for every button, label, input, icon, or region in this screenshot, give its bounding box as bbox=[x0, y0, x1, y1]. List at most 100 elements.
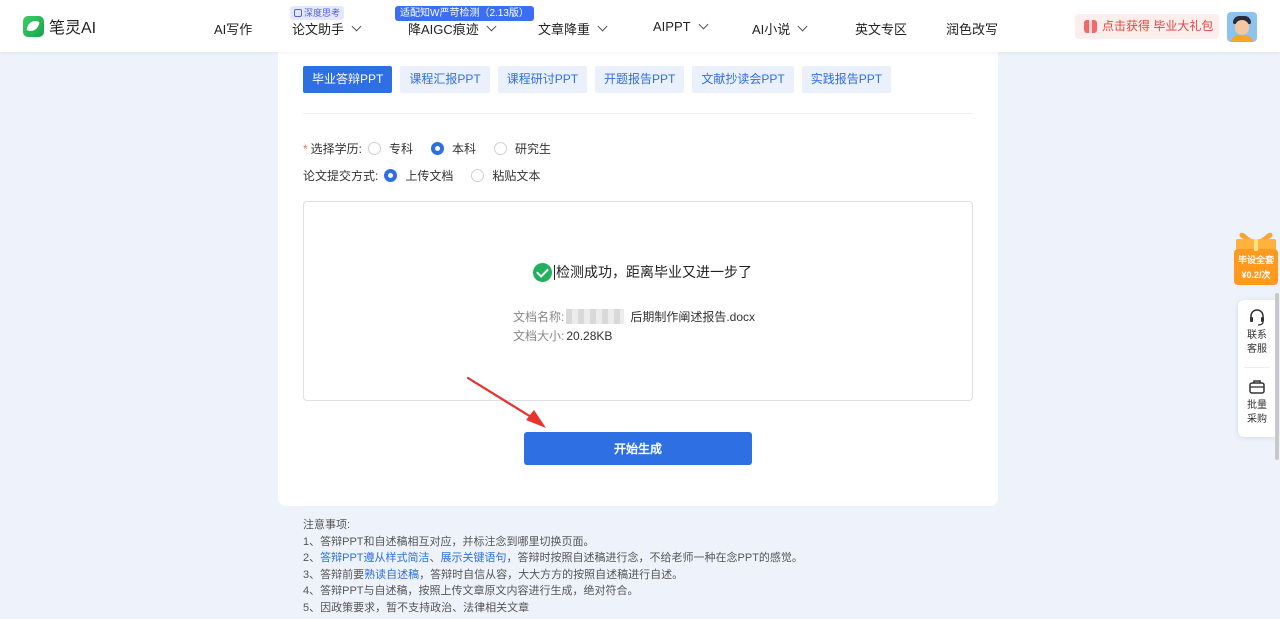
note-text: 3、答辩前要 bbox=[303, 568, 365, 581]
promo-text: 点击获得 毕业大礼包 bbox=[1102, 19, 1214, 33]
nav-ai-novel[interactable]: AI小说 bbox=[752, 19, 808, 38]
note-text: ，答辩时按照自述稿进行念，不给老师一种在念PPT的感觉。 bbox=[506, 552, 803, 564]
submit-method-row: 论文提交方式: 上传文档 粘贴文本 bbox=[303, 167, 552, 184]
education-row: * 选择学历: 专科 本科 研究生 bbox=[303, 140, 563, 157]
chevron-down-icon bbox=[486, 21, 497, 32]
education-label: 选择学历: bbox=[310, 142, 363, 156]
nav-label: AI小说 bbox=[752, 22, 791, 37]
logo-text: 笔灵AI bbox=[49, 20, 97, 37]
headset-icon bbox=[1250, 309, 1264, 326]
top-header: 笔灵AI AI写作 深度思考 论文助手 适配知W严苛检测（2.13版） 降AIG… bbox=[0, 0, 1280, 52]
notes-title: 注意事项: bbox=[303, 519, 351, 531]
doc-size-value: 20.28KB bbox=[566, 328, 613, 343]
briefcase-icon bbox=[1249, 380, 1265, 394]
avatar[interactable] bbox=[1227, 12, 1257, 42]
start-generate-button[interactable]: 开始生成 bbox=[524, 432, 752, 465]
submit-method-label: 论文提交方式: bbox=[303, 169, 379, 183]
check-circle-icon bbox=[533, 262, 552, 282]
deep-think-badge: 深度思考 bbox=[290, 6, 345, 20]
avatar-face bbox=[1235, 20, 1249, 35]
graduation-gift-button[interactable]: 点击获得 毕业大礼包 bbox=[1075, 14, 1219, 39]
nav-label: 英文专区 bbox=[855, 22, 908, 37]
note-highlight: 答辩PPT遵从样式简洁 bbox=[320, 552, 430, 564]
nav-ai-writing[interactable]: AI写作 bbox=[214, 19, 252, 38]
note-line: 1、答辩PPT和自述稿相互对应，并标注念到哪里切换页面。 bbox=[303, 535, 595, 548]
side-panel: 联系客服 批量采购 bbox=[1238, 300, 1276, 437]
text-cursor bbox=[554, 264, 555, 280]
radio-dot bbox=[368, 142, 382, 155]
note-highlight: 展示关键语句 bbox=[440, 552, 507, 564]
gift-line2: ¥0.2/次 bbox=[1241, 269, 1270, 280]
note-line: 4、答辩PPT与自述稿，按照上传文章原文内容进行生成，绝对符合。 bbox=[303, 585, 639, 597]
avatar-body bbox=[1231, 35, 1253, 42]
contact-service-button[interactable]: 联系客服 bbox=[1238, 308, 1276, 357]
badge-text: 适配知W严苛检测（2.13版） bbox=[400, 8, 529, 19]
radio-upload-doc[interactable]: 上传文档 bbox=[378, 167, 453, 184]
radio-junior-college[interactable]: 专科 bbox=[362, 140, 413, 157]
note-text: ，答辩时自信从容，大大方方的按照自述稿进行自述。 bbox=[419, 568, 684, 581]
doc-name-row: 文档名称: 后期制作阐述报告.docx bbox=[513, 308, 755, 325]
doc-size-label: 文档大小: bbox=[513, 329, 565, 343]
nav-paper-assistant[interactable]: 论文助手 bbox=[292, 19, 362, 38]
tab-practice-ppt[interactable]: 实践报告PPT bbox=[801, 66, 892, 93]
logo-icon bbox=[23, 15, 44, 37]
red-arrow-annotation bbox=[466, 376, 546, 428]
radio-paste-text[interactable]: 粘贴文本 bbox=[465, 167, 540, 184]
upload-success-message: 检测成功，距离毕业又进一步了 bbox=[533, 262, 752, 282]
blurred-text bbox=[566, 309, 625, 324]
ppt-type-tabs: 毕业答辩PPT 课程汇报PPT 课程研讨PPT 开题报告PPT 文献抄读会PPT… bbox=[303, 66, 899, 93]
nav-aippt[interactable]: AIPPT bbox=[653, 19, 709, 34]
tab-proposal-ppt[interactable]: 开题报告PPT bbox=[595, 66, 685, 93]
upload-area[interactable]: 检测成功，距离毕业又进一步了 文档名称: 后期制作阐述报告.docx 文档大小:… bbox=[303, 201, 973, 401]
divider bbox=[1244, 367, 1270, 368]
note-line: 3、答辩前要熟读自述稿，答辩时自信从容，大大方方的按照自述稿进行自述。 bbox=[303, 567, 803, 584]
tab-course-seminar-ppt[interactable]: 课程研讨PPT bbox=[497, 66, 588, 93]
radio-dot bbox=[471, 169, 485, 182]
nav-label: 文章降重 bbox=[538, 22, 591, 37]
radio-graduate[interactable]: 研究生 bbox=[488, 140, 551, 157]
tab-course-report-ppt[interactable]: 课程汇报PPT bbox=[400, 66, 490, 93]
radio-label: 研究生 bbox=[515, 142, 552, 156]
chevron-down-icon bbox=[797, 21, 808, 32]
doc-name-value: 后期制作阐述报告.docx bbox=[630, 310, 756, 324]
radio-dot bbox=[494, 142, 508, 155]
radio-undergraduate[interactable]: 本科 bbox=[425, 140, 476, 157]
note-text: 2、 bbox=[303, 552, 321, 564]
doc-size-row: 文档大小: 20.28KB bbox=[513, 327, 612, 344]
graduation-package-gift-icon[interactable]: 毕设全套 ¥0.2/次 bbox=[1232, 229, 1280, 287]
radio-dot bbox=[384, 169, 398, 182]
note-line: 2、答辩PPT遵从样式简洁、展示关键语句，答辩时按照自述稿进行念，不给老师一种在… bbox=[303, 550, 803, 567]
nav-reduce-aigc[interactable]: 降AIGC痕迹 bbox=[408, 19, 497, 38]
chevron-down-icon bbox=[597, 21, 608, 32]
radio-label: 专科 bbox=[389, 142, 414, 156]
logo[interactable]: 笔灵AI bbox=[23, 14, 96, 38]
success-text: 检测成功，距离毕业又进一步了 bbox=[556, 264, 752, 280]
nav-label: AI写作 bbox=[214, 22, 253, 37]
chevron-down-icon bbox=[351, 21, 362, 32]
doc-name-label: 文档名称: bbox=[513, 310, 565, 324]
nav-label: AIPPT bbox=[653, 19, 691, 34]
nav-polish[interactable]: 润色改写 bbox=[946, 19, 998, 38]
main-card: 毕业答辩PPT 课程汇报PPT 课程研讨PPT 开题报告PPT 文献抄读会PPT… bbox=[278, 52, 998, 506]
notes-section: 注意事项: 1、答辩PPT和自述稿相互对应，并标注念到哪里切换页面。 2、答辩P… bbox=[303, 517, 803, 616]
gift-line1: 毕设全套 bbox=[1238, 254, 1275, 265]
note-line: 5、因政策要求，暂不支持政治、法律相关文章 bbox=[303, 601, 530, 614]
scrollbar[interactable] bbox=[1275, 293, 1279, 460]
note-text: 、 bbox=[429, 552, 441, 564]
chevron-down-icon bbox=[698, 19, 709, 30]
bulk-purchase-button[interactable]: 批量采购 bbox=[1238, 378, 1276, 427]
required-mark: * bbox=[303, 141, 308, 156]
nav-label: 润色改写 bbox=[946, 22, 999, 37]
contact-service-label: 联系客服 bbox=[1247, 330, 1267, 355]
nav-rewrite[interactable]: 文章降重 bbox=[538, 19, 608, 38]
radio-label: 本科 bbox=[452, 142, 477, 156]
tab-literature-ppt[interactable]: 文献抄读会PPT bbox=[692, 66, 794, 93]
nav-label: 降AIGC痕迹 bbox=[408, 22, 479, 37]
nav-label: 论文助手 bbox=[292, 22, 345, 37]
tab-defense-ppt[interactable]: 毕业答辩PPT bbox=[303, 66, 393, 93]
note-highlight: 熟读自述稿 bbox=[364, 568, 420, 581]
nav-english[interactable]: 英文专区 bbox=[855, 19, 907, 38]
radio-label: 粘贴文本 bbox=[492, 169, 541, 183]
radio-dot bbox=[431, 142, 445, 155]
badge-text: 深度思考 bbox=[304, 8, 341, 18]
